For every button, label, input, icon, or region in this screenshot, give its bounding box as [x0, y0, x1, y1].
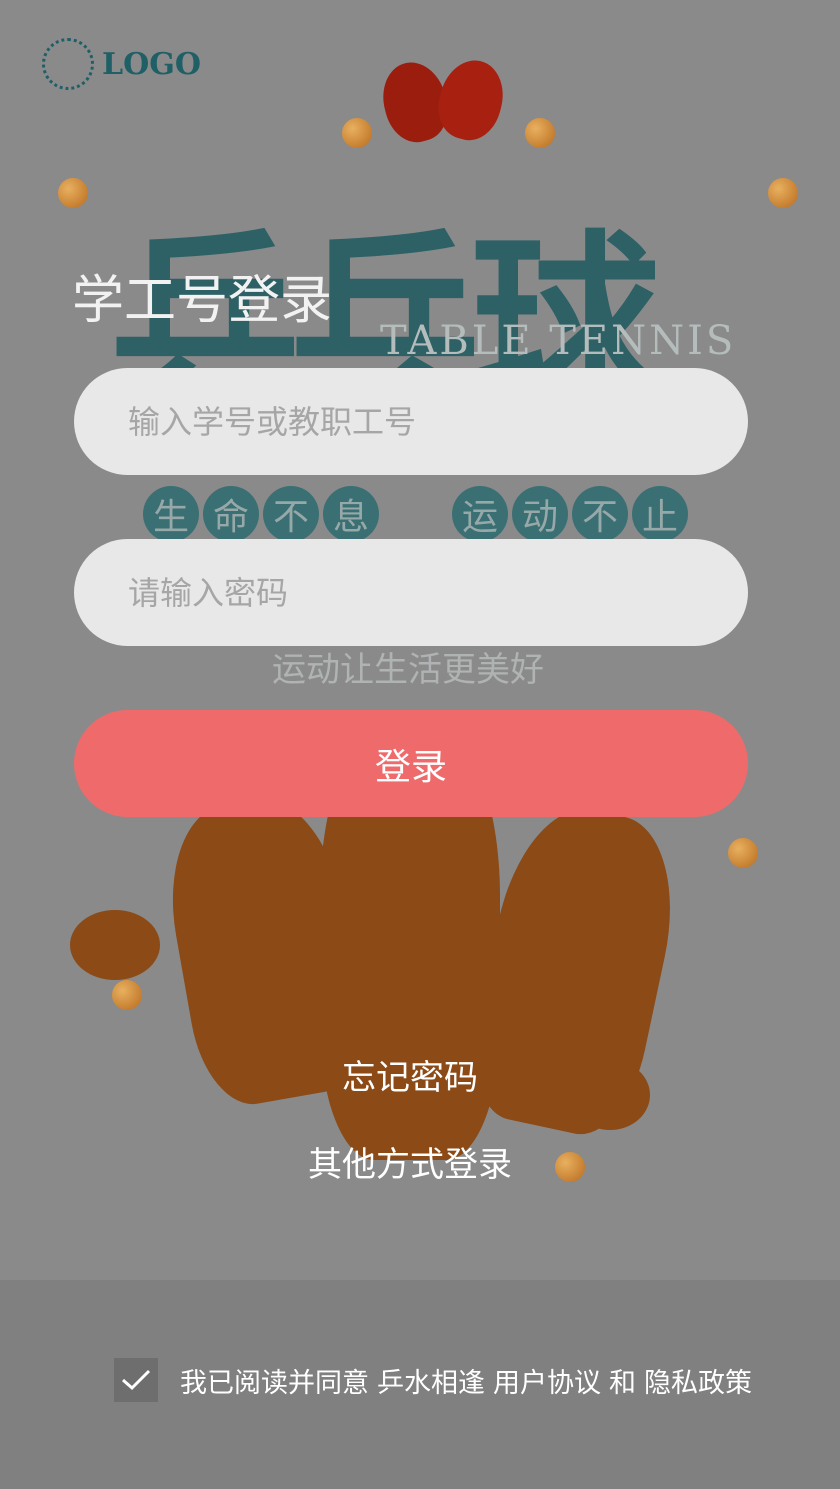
agreement-brand: 乒水相逢: [377, 1367, 485, 1399]
slogan-char: 止: [632, 486, 688, 542]
logo-text: LOGO: [102, 46, 201, 82]
slogan-char: 运: [452, 486, 508, 542]
account-input[interactable]: [74, 368, 748, 475]
ball-icon: [525, 118, 555, 148]
forgot-password-link[interactable]: 忘记密码: [0, 1050, 820, 1099]
logo: LOGO: [42, 38, 201, 90]
logo-icon: [42, 38, 94, 90]
ball-icon: [342, 118, 372, 148]
slogan-char: 命: [203, 486, 259, 542]
agreement-and: 和: [609, 1367, 636, 1399]
password-input[interactable]: [74, 539, 748, 646]
page-title: 学工号登录: [72, 271, 333, 331]
agreement-checkbox[interactable]: [114, 1358, 158, 1402]
slogan-left: 生 命 不 息: [143, 486, 379, 542]
agreement-row: 我已阅读并同意 乒水相逢 用户协议 和 隐私政策: [114, 1358, 752, 1402]
ball-icon: [58, 178, 88, 208]
slogan-char: 动: [512, 486, 568, 542]
login-button[interactable]: 登录: [74, 710, 748, 817]
slogan-char: 息: [323, 486, 379, 542]
slogan-right: 运 动 不 止: [452, 486, 688, 542]
poster-tagline: 运动让生活更美好: [272, 650, 544, 690]
paddle-icon: [430, 53, 512, 147]
poster-english: TABLE TENNIS: [380, 318, 737, 364]
slogan-char: 不: [263, 486, 319, 542]
ball-icon: [768, 178, 798, 208]
slogan-char: 不: [572, 486, 628, 542]
check-icon: [122, 1369, 151, 1391]
terms-link[interactable]: 用户协议: [493, 1361, 601, 1400]
privacy-link[interactable]: 隐私政策: [644, 1361, 752, 1400]
agreement-prefix: 我已阅读并同意: [180, 1367, 369, 1399]
slogan-char: 生: [143, 486, 199, 542]
other-login-link[interactable]: 其他方式登录: [0, 1137, 820, 1186]
